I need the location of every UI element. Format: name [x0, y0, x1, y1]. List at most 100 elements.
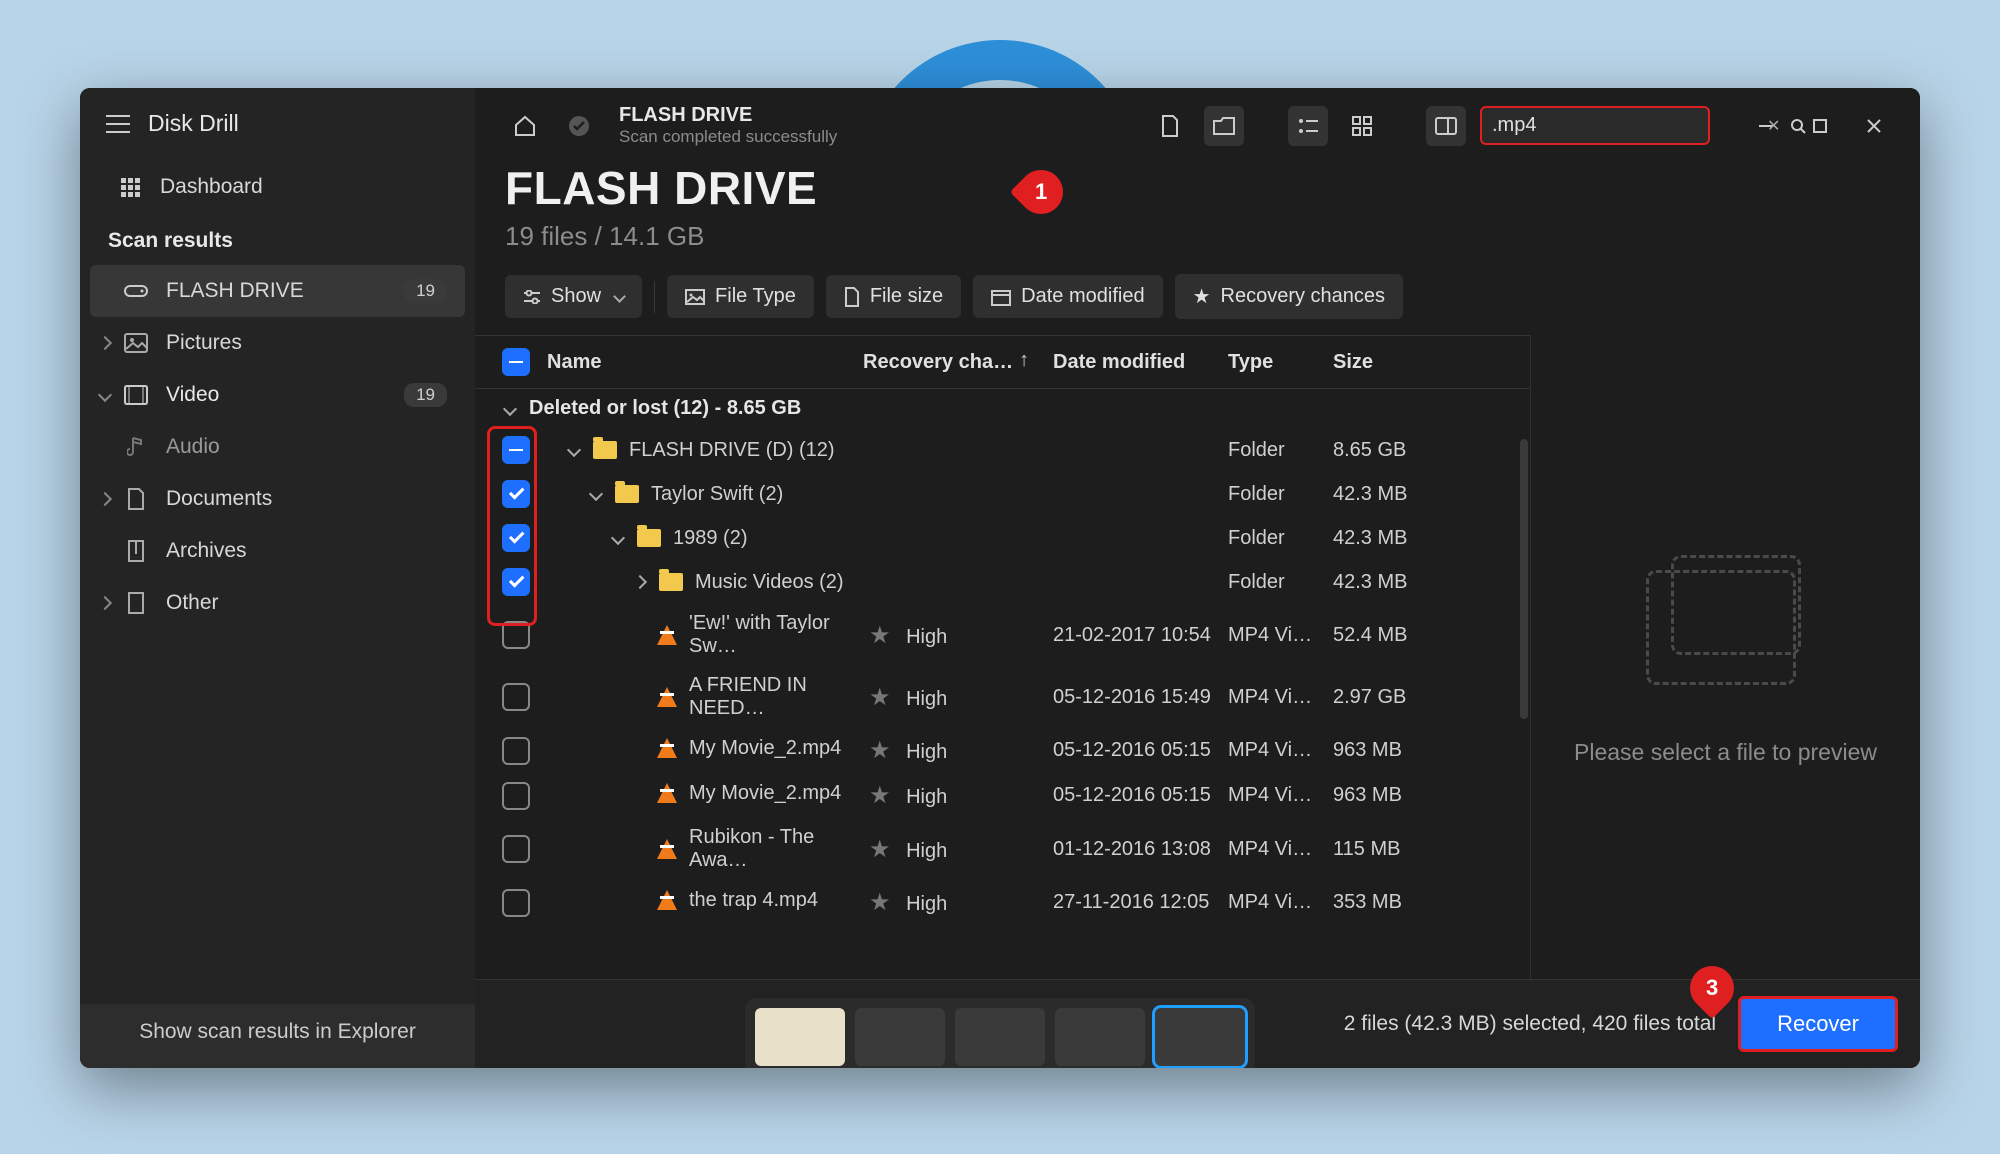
- clear-search-icon[interactable]: ✕: [1767, 116, 1780, 136]
- select-all-checkbox[interactable]: [489, 348, 543, 376]
- row-size: 52.4 MB: [1333, 624, 1443, 647]
- column-recovery[interactable]: Recovery cha…↑: [863, 351, 1053, 374]
- column-type[interactable]: Type: [1228, 351, 1333, 374]
- sidebar-item-other[interactable]: Other: [80, 577, 475, 629]
- row-checkbox[interactable]: [489, 737, 543, 765]
- sidebar-item-audio[interactable]: Audio: [80, 421, 475, 473]
- star-icon: ★: [869, 684, 891, 711]
- breadcrumb: FLASH DRIVE Scan completed successfully: [619, 104, 837, 147]
- toolbar: FLASH DRIVE Scan completed successfully …: [475, 88, 1920, 155]
- folder-row[interactable]: Music Videos (2)Folder42.3 MB: [475, 560, 1530, 604]
- column-date[interactable]: Date modified: [1053, 351, 1228, 374]
- row-checkbox[interactable]: [489, 782, 543, 810]
- sidebar-item-label: Audio: [166, 435, 220, 459]
- row-recovery: ★ High: [863, 683, 1053, 712]
- chevron-icon: [611, 531, 625, 545]
- row-name: Music Videos (2): [543, 570, 863, 594]
- table-body: Deleted or lost (12) - 8.65 GB FLASH DRI…: [475, 389, 1530, 979]
- show-filter-button[interactable]: Show: [505, 275, 642, 318]
- search-icon[interactable]: [1790, 116, 1806, 136]
- filter-bar: Show File Type File size Date modified ★…: [475, 270, 1920, 335]
- row-checkbox[interactable]: [489, 436, 543, 464]
- sidebar-item-flash-drive[interactable]: FLASH DRIVE 19: [90, 265, 465, 317]
- sidebar-item-label: Other: [166, 591, 219, 615]
- taskbar-thumb-active[interactable]: [1155, 1008, 1245, 1066]
- star-icon: ★: [1193, 284, 1211, 309]
- page-heading: FLASH DRIVE 19 files / 14.1 GB: [475, 155, 1920, 270]
- sidebar-dashboard[interactable]: Dashboard: [80, 161, 475, 213]
- grid-view-icon[interactable]: [1342, 106, 1382, 146]
- taskbar-thumb[interactable]: [855, 1008, 945, 1066]
- row-recovery: ★ High: [863, 736, 1053, 765]
- file-row[interactable]: Rubikon - The Awa…★ High01-12-2016 13:08…: [475, 818, 1530, 880]
- row-name: My Movie_2.mp4: [543, 737, 863, 765]
- row-date: 05-12-2016 05:15: [1053, 739, 1228, 762]
- recover-button[interactable]: Recover: [1738, 996, 1898, 1052]
- folder-icon: [659, 573, 683, 591]
- app-title: Disk Drill: [148, 110, 239, 137]
- row-type: Folder: [1228, 571, 1333, 594]
- file-size-filter[interactable]: File size: [826, 275, 961, 318]
- chevron-icon: [633, 575, 647, 589]
- selection-status: 2 files (42.3 MB) selected, 420 files to…: [1344, 1012, 1716, 1036]
- home-icon[interactable]: [505, 106, 545, 146]
- folder-icon: [615, 485, 639, 503]
- taskbar-thumb[interactable]: [955, 1008, 1045, 1066]
- row-name: 'Ew!' with Taylor Sw…: [543, 612, 863, 658]
- file-row[interactable]: the trap 4.mp4★ High27-11-2016 12:05MP4 …: [475, 880, 1530, 925]
- sidebar-item-documents[interactable]: Documents: [80, 473, 475, 525]
- show-in-explorer-button[interactable]: Show scan results in Explorer: [80, 1004, 475, 1068]
- close-button[interactable]: [1850, 106, 1898, 146]
- row-checkbox[interactable]: [489, 621, 543, 649]
- file-row[interactable]: 'Ew!' with Taylor Sw…★ High21-02-2017 10…: [475, 604, 1530, 666]
- column-name[interactable]: Name: [543, 351, 863, 374]
- file-row[interactable]: My Movie_2.mp4★ High05-12-2016 05:15MP4 …: [475, 773, 1530, 818]
- list-view-icon[interactable]: [1288, 106, 1328, 146]
- folder-row[interactable]: Taylor Swift (2)Folder42.3 MB: [475, 472, 1530, 516]
- recovery-chances-filter[interactable]: ★ Recovery chances: [1175, 274, 1403, 319]
- panel-toggle-icon[interactable]: [1426, 106, 1466, 146]
- chevron-icon: [567, 443, 581, 457]
- sort-asc-icon: ↑: [1019, 349, 1029, 372]
- row-checkbox[interactable]: [489, 835, 543, 863]
- sidebar-section-label: Scan results: [80, 213, 475, 265]
- file-type-filter[interactable]: File Type: [667, 275, 814, 318]
- file-row[interactable]: My Movie_2.mp4★ High05-12-2016 05:15MP4 …: [475, 728, 1530, 773]
- sidebar-dashboard-label: Dashboard: [160, 175, 263, 199]
- divider: [654, 281, 655, 313]
- calendar-icon: [991, 288, 1011, 306]
- dashboard-icon: [118, 177, 142, 197]
- page-subtitle: 19 files / 14.1 GB: [505, 221, 1890, 252]
- folder-row[interactable]: FLASH DRIVE (D) (12)Folder8.65 GB: [475, 428, 1530, 472]
- row-checkbox[interactable]: [489, 480, 543, 508]
- sidebar-badge: 19: [404, 279, 447, 303]
- row-recovery: ★ High: [863, 621, 1053, 650]
- scrollbar[interactable]: [1520, 439, 1528, 719]
- folder-view-icon[interactable]: [1204, 106, 1244, 146]
- file-icon[interactable]: [1150, 106, 1190, 146]
- sidebar-item-label: FLASH DRIVE: [166, 279, 304, 303]
- chevron-right-icon: [98, 492, 112, 506]
- sidebar-item-label: Video: [166, 383, 219, 407]
- file-row[interactable]: A FRIEND IN NEED…★ High05-12-2016 15:49M…: [475, 666, 1530, 728]
- group-header-row[interactable]: Deleted or lost (12) - 8.65 GB: [475, 389, 1530, 428]
- sidebar-item-archives[interactable]: Archives: [80, 525, 475, 577]
- menu-icon[interactable]: [106, 115, 130, 133]
- taskbar-thumb[interactable]: [1055, 1008, 1145, 1066]
- row-checkbox[interactable]: [489, 683, 543, 711]
- vlc-icon: [657, 625, 677, 645]
- row-checkbox[interactable]: [489, 889, 543, 917]
- row-checkbox[interactable]: [489, 568, 543, 596]
- row-type: MP4 Vi…: [1228, 784, 1333, 807]
- folder-row[interactable]: 1989 (2)Folder42.3 MB: [475, 516, 1530, 560]
- date-modified-filter[interactable]: Date modified: [973, 275, 1162, 318]
- column-size[interactable]: Size: [1333, 351, 1443, 374]
- search-input[interactable]: [1492, 114, 1757, 137]
- sidebar-item-pictures[interactable]: Pictures: [80, 317, 475, 369]
- search-box[interactable]: ✕: [1480, 106, 1710, 145]
- sidebar-item-video[interactable]: Video 19: [80, 369, 475, 421]
- taskbar-thumb[interactable]: [755, 1008, 845, 1066]
- preview-panel: Please select a file to preview: [1530, 335, 1920, 979]
- row-type: MP4 Vi…: [1228, 891, 1333, 914]
- row-checkbox[interactable]: [489, 524, 543, 552]
